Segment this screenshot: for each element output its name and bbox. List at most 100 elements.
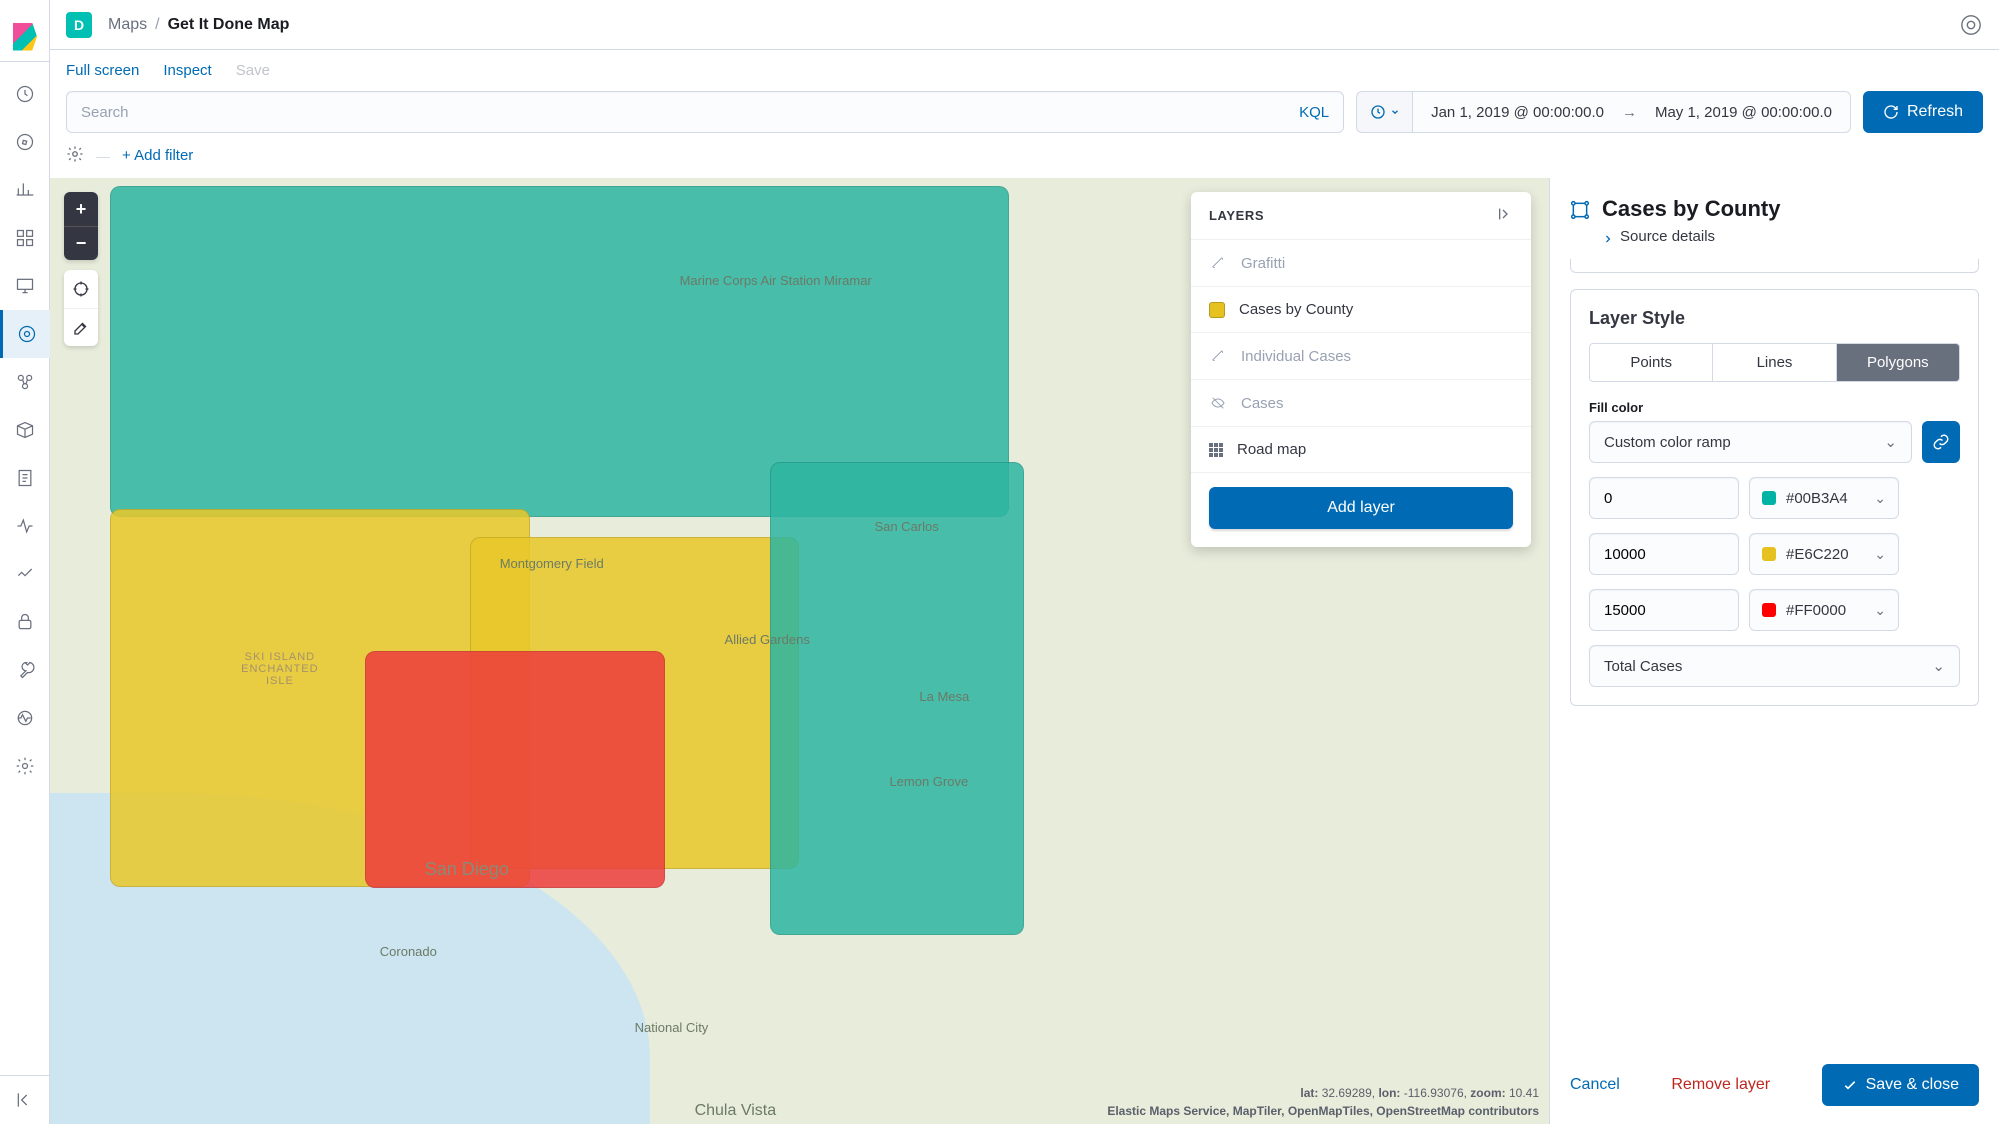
tab-lines[interactable]: Lines	[1712, 344, 1835, 381]
space-badge[interactable]: D	[66, 12, 92, 38]
collapse-layers-icon[interactable]	[1497, 206, 1513, 225]
tab-points[interactable]: Points	[1590, 344, 1712, 381]
map-label: National City	[635, 1020, 709, 1035]
line-icon	[1209, 347, 1227, 365]
check-icon	[1842, 1077, 1858, 1093]
inspect-link[interactable]: Inspect	[163, 62, 211, 79]
hidden-icon	[1209, 394, 1227, 412]
chevron-down-icon: ⌄	[1874, 546, 1886, 563]
layer-row-grafitti[interactable]: Grafitti	[1191, 240, 1531, 287]
draw-tool-button[interactable]	[64, 308, 98, 346]
nav-recent-icon[interactable]	[0, 70, 50, 118]
add-filter-link[interactable]: + Add filter	[122, 147, 193, 164]
search-input[interactable]	[81, 104, 1299, 121]
search-box[interactable]: KQL	[66, 91, 1344, 133]
nav-collapse-icon[interactable]	[0, 1076, 50, 1124]
page-header: D Maps / Get It Done Map	[50, 0, 1999, 50]
map-label: Chula Vista	[695, 1102, 777, 1120]
color-swatch-icon	[1762, 603, 1776, 617]
refresh-button[interactable]: Refresh	[1863, 91, 1983, 133]
help-icon[interactable]	[1959, 13, 1983, 37]
map-label: San Carlos	[874, 519, 938, 534]
filter-settings-icon[interactable]	[66, 145, 84, 166]
nav-logs-icon[interactable]	[0, 454, 50, 502]
nav-visualize-icon[interactable]	[0, 166, 50, 214]
date-from: Jan 1, 2019 @ 00:00:00.0	[1431, 104, 1604, 121]
layer-row-cases-by-county[interactable]: Cases by County	[1191, 287, 1531, 333]
nav-apm-icon[interactable]	[0, 502, 50, 550]
cancel-button[interactable]: Cancel	[1570, 1076, 1620, 1094]
geometry-type-tabs: Points Lines Polygons	[1589, 343, 1960, 382]
chevron-down-icon: ⌄	[1884, 433, 1897, 451]
nav-discover-icon[interactable]	[0, 118, 50, 166]
nav-uptime-icon[interactable]	[0, 550, 50, 598]
color-field-select[interactable]: Total Cases ⌄	[1589, 645, 1960, 687]
map-attribution: lat: 32.69289, lon: -116.93076, zoom: 10…	[1107, 1084, 1539, 1120]
nav-canvas-icon[interactable]	[0, 262, 50, 310]
map-label: Montgomery Field	[500, 556, 604, 571]
chevron-down-icon: ⌄	[1874, 490, 1886, 507]
date-range[interactable]: Jan 1, 2019 @ 00:00:00.0 → May 1, 2019 @…	[1412, 91, 1851, 133]
nav-maps-icon[interactable]	[0, 310, 50, 358]
layer-row-individual-cases[interactable]: Individual Cases	[1191, 333, 1531, 380]
color-picker-1[interactable]: #E6C220 ⌄	[1749, 533, 1899, 575]
layers-panel-title: LAYERS	[1209, 208, 1264, 223]
zoom-in-button[interactable]: +	[64, 192, 98, 226]
fill-color-label: Fill color	[1589, 400, 1960, 415]
nav-ml-icon[interactable]	[0, 358, 50, 406]
color-picker-2[interactable]: #FF0000 ⌄	[1749, 589, 1899, 631]
chevron-down-icon: ⌄	[1874, 602, 1886, 619]
link-field-button[interactable]	[1922, 421, 1960, 463]
bounding-box-icon	[1570, 200, 1590, 220]
breadcrumb: Maps / Get It Done Map	[108, 16, 289, 34]
layer-row-cases[interactable]: Cases	[1191, 380, 1531, 427]
editor-title: Cases by County	[1602, 196, 1979, 222]
color-picker-0[interactable]: #00B3A4 ⌄	[1749, 477, 1899, 519]
map-canvas[interactable]: Marine Corps Air Station Miramar Montgom…	[50, 178, 1549, 1124]
color-swatch-icon	[1762, 491, 1776, 505]
color-swatch-icon	[1762, 547, 1776, 561]
line-icon	[1209, 254, 1227, 272]
fullscreen-link[interactable]: Full screen	[66, 62, 139, 79]
nav-infra-icon[interactable]	[0, 406, 50, 454]
map-label: Coronado	[380, 944, 437, 959]
date-to: May 1, 2019 @ 00:00:00.0	[1655, 104, 1832, 121]
map-label: Lemon Grove	[889, 774, 968, 789]
breadcrumb-root[interactable]: Maps	[108, 16, 147, 34]
layers-panel: LAYERS Grafitti Cases by County	[1191, 192, 1531, 547]
chevron-right-icon	[1602, 233, 1614, 245]
nav-siem-icon[interactable]	[0, 598, 50, 646]
arrow-right-icon: →	[1622, 104, 1637, 121]
layer-row-road-map[interactable]: Road map	[1191, 427, 1531, 473]
toolbar: Full screen Inspect Save KQL Jan 1, 2019…	[50, 50, 1999, 178]
ramp-stop-input-0[interactable]	[1589, 477, 1739, 519]
breadcrumb-current: Get It Done Map	[168, 16, 290, 34]
kql-toggle[interactable]: KQL	[1299, 104, 1329, 121]
map-label: San Diego	[425, 859, 509, 880]
layer-style-heading: Layer Style	[1589, 308, 1960, 329]
nav-monitoring-icon[interactable]	[0, 694, 50, 742]
nav-management-icon[interactable]	[0, 742, 50, 790]
app-nav-sidebar	[0, 0, 50, 1124]
kibana-logo[interactable]	[0, 12, 50, 62]
layer-swatch-icon	[1209, 302, 1225, 318]
add-layer-button[interactable]: Add layer	[1209, 487, 1513, 529]
nav-dashboard-icon[interactable]	[0, 214, 50, 262]
source-details-toggle[interactable]: Source details	[1602, 228, 1979, 245]
remove-layer-button[interactable]: Remove layer	[1671, 1076, 1770, 1094]
map-label: La Mesa	[919, 689, 969, 704]
tab-polygons[interactable]: Polygons	[1836, 344, 1959, 381]
save-link: Save	[236, 62, 270, 79]
zoom-out-button[interactable]: −	[64, 226, 98, 260]
save-close-button[interactable]: Save & close	[1822, 1064, 1979, 1106]
map-label: SKI ISLAND ENCHANTED ISLE	[230, 651, 330, 687]
layer-editor-panel: Cases by County Source details Layer Sty…	[1549, 178, 1999, 1124]
fit-bounds-button[interactable]	[64, 270, 98, 308]
date-quick-select[interactable]	[1356, 91, 1412, 133]
chevron-down-icon: ⌄	[1932, 657, 1945, 675]
ramp-stop-input-1[interactable]	[1589, 533, 1739, 575]
ramp-stop-input-2[interactable]	[1589, 589, 1739, 631]
map-label: Marine Corps Air Station Miramar	[680, 273, 872, 288]
ramp-type-select[interactable]: Custom color ramp ⌄	[1589, 421, 1912, 463]
nav-devtools-icon[interactable]	[0, 646, 50, 694]
